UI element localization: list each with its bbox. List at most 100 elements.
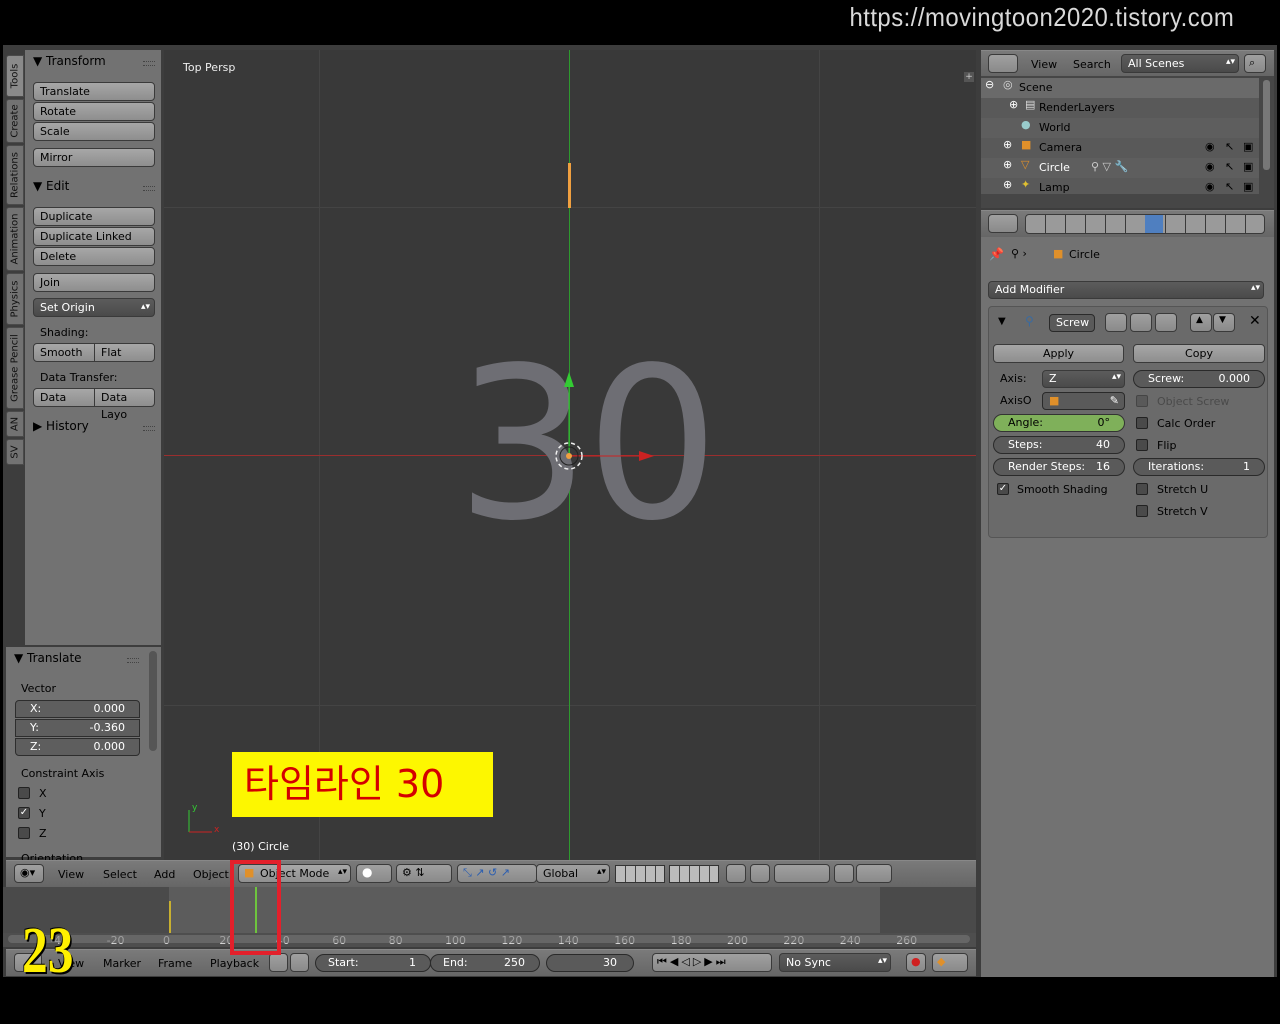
properties-editor-type-button[interactable] (988, 214, 1018, 233)
render-steps-field[interactable]: Render Steps: 16 (993, 458, 1125, 476)
eye-icon[interactable]: ◉ (1205, 180, 1215, 193)
constraint-x-checkbox[interactable] (18, 787, 30, 799)
iterations-field[interactable]: Iterations: 1 (1133, 458, 1265, 476)
collapse-icon[interactable]: ▼ (998, 316, 1006, 327)
grip-icon[interactable] (143, 426, 155, 431)
copy-button[interactable]: Copy (1133, 344, 1265, 363)
tab-sv[interactable]: SV (6, 439, 24, 465)
snap-dropdown[interactable] (774, 864, 830, 883)
layer-buttons[interactable] (669, 865, 719, 883)
current-frame-field[interactable]: 30 (546, 954, 634, 972)
modifier-name-field[interactable]: Screw (1049, 314, 1095, 332)
tab-tools[interactable]: Tools (6, 55, 24, 97)
close-icon[interactable]: ✕ (1249, 313, 1261, 329)
vector-z-field[interactable]: Z: 0.000 (15, 738, 140, 756)
editmode-toggle-icon[interactable] (1155, 313, 1177, 332)
timeline-editor[interactable]: -40-200204060801001201401601802002202402… (3, 887, 976, 947)
axis-dropdown[interactable]: Z ▴▾ (1042, 370, 1125, 388)
outliner-row-lamp[interactable]: ⊕ ✦ Lamp ◉ ↖ ▣ (981, 178, 1259, 194)
screw-field[interactable]: Screw: 0.000 (1133, 370, 1265, 388)
tab-create[interactable]: Create (6, 99, 24, 143)
object-menu[interactable]: Object (193, 868, 229, 881)
tab-grease-pencil[interactable]: Grease Pencil (6, 327, 24, 409)
render-icon[interactable]: ▣ (1243, 160, 1253, 173)
manipulator-toggles[interactable]: ⤡ ↗ ↺ ↗ (457, 864, 537, 883)
cursor-icon[interactable]: ↖ (1225, 160, 1234, 173)
view-menu[interactable]: View (58, 868, 84, 881)
outliner-row-world[interactable]: ● World (981, 118, 1259, 138)
lock-layers-icon[interactable] (726, 864, 746, 883)
tab-an[interactable]: AN (6, 411, 24, 437)
end-frame-field[interactable]: End: 250 (430, 954, 540, 972)
snap-target-icon[interactable] (834, 864, 854, 883)
pin-icon[interactable]: 📌 (989, 247, 1004, 261)
flip-checkbox[interactable] (1136, 439, 1148, 451)
apply-button[interactable]: Apply (993, 344, 1124, 363)
grip-icon[interactable] (143, 61, 155, 66)
marker-menu[interactable]: Marker (103, 957, 141, 970)
outliner-editor-type-button[interactable] (988, 54, 1018, 73)
stretch-v-checkbox[interactable] (1136, 505, 1148, 517)
mirror-button[interactable]: Mirror (33, 148, 155, 167)
axis-object-field[interactable]: ■ ✎ (1042, 392, 1125, 410)
outliner-search-menu[interactable]: Search (1073, 58, 1111, 71)
display-mode-dropdown[interactable]: All Scenes ▴▾ (1121, 54, 1239, 73)
angle-field[interactable]: Angle: 0° (993, 414, 1125, 432)
delete-button[interactable]: Delete (33, 247, 155, 266)
3d-viewport[interactable]: Top Persp + 30 y x (30) Circle (164, 50, 976, 860)
frame-menu[interactable]: Frame (158, 957, 192, 970)
duplicate-linked-button[interactable]: Duplicate Linked (33, 227, 155, 246)
steps-field[interactable]: Steps: 40 (993, 436, 1125, 454)
add-modifier-dropdown[interactable]: Add Modifier ▴▾ (988, 281, 1264, 299)
eye-icon[interactable]: ◉ (1205, 140, 1215, 153)
vector-y-field[interactable]: Y: -0.360 (15, 719, 140, 737)
tab-animation[interactable]: Animation (6, 207, 24, 271)
playback-menu[interactable]: Playback (210, 957, 259, 970)
history-panel-header[interactable]: ▶ History (33, 419, 89, 433)
move-up-icon[interactable]: ▲ (1190, 313, 1212, 332)
flat-button[interactable]: Flat (94, 343, 155, 362)
move-down-icon[interactable]: ▼ (1213, 313, 1235, 332)
edit-panel-header[interactable]: ▼ Edit (33, 179, 69, 193)
add-menu[interactable]: Add (154, 868, 175, 881)
modifier-wrench-icon[interactable] (1145, 215, 1163, 233)
set-origin-dropdown[interactable]: Set Origin ▴▾ (33, 298, 155, 317)
stretch-u-checkbox[interactable] (1136, 483, 1148, 495)
tab-physics[interactable]: Physics (6, 273, 24, 325)
smooth-shading-checkbox[interactable]: ✓ (997, 483, 1009, 495)
cursor-icon[interactable]: ↖ (1225, 140, 1234, 153)
eye-icon[interactable]: ◉ (1205, 160, 1215, 173)
outliner-scrollbar[interactable] (1263, 80, 1270, 170)
use-preview-icon[interactable] (269, 953, 288, 972)
grip-icon[interactable] (143, 186, 155, 191)
render-icon[interactable]: ▣ (1243, 180, 1253, 193)
transform-manipulator-icon[interactable] (544, 365, 664, 475)
viewport-toggle-icon[interactable] (1130, 313, 1152, 332)
viewport-shading-dropdown[interactable]: ● (356, 864, 392, 883)
render-toggle-icon[interactable] (1105, 313, 1127, 332)
proportional-edit-icon[interactable] (750, 864, 770, 883)
data-layout-button[interactable]: Data Layo (94, 388, 155, 421)
outliner-row-camera[interactable]: ⊕ ■ Camera ◉ ↖ ▣ (981, 138, 1259, 158)
constraint-z-checkbox[interactable] (18, 827, 30, 839)
plus-icon[interactable]: + (964, 72, 974, 82)
outliner-view-menu[interactable]: View (1031, 58, 1057, 71)
outliner-row-circle[interactable]: ⊕ ▽ Circle ⚲ ▽ 🔧 ◉ ↖ ▣ (981, 158, 1259, 178)
scale-button[interactable]: Scale (33, 122, 155, 141)
start-frame-field[interactable]: Start: 1 (315, 954, 431, 972)
constraint-y-checkbox[interactable]: ✓ (18, 807, 30, 819)
duplicate-button[interactable]: Duplicate (33, 207, 155, 226)
layer-buttons[interactable] (615, 865, 665, 883)
keying-set-icon[interactable]: ◆ (932, 953, 968, 972)
render-buttons[interactable] (856, 864, 892, 883)
editor-type-button[interactable]: ◉▾ (14, 864, 44, 883)
playback-controls[interactable]: ⏮◀◁▷▶⏭ (652, 953, 772, 972)
calc-order-checkbox[interactable] (1136, 417, 1148, 429)
outliner-row-scene[interactable]: ⊖ ◎ Scene (981, 78, 1259, 98)
timeline-scrollbar[interactable] (8, 935, 970, 943)
smooth-button[interactable]: Smooth (33, 343, 95, 362)
transform-panel-header[interactable]: ▼ Transform (33, 54, 106, 68)
search-icon[interactable]: ⌕ (1244, 54, 1266, 73)
panel-scrollbar[interactable] (149, 651, 157, 751)
tab-relations[interactable]: Relations (6, 145, 24, 205)
